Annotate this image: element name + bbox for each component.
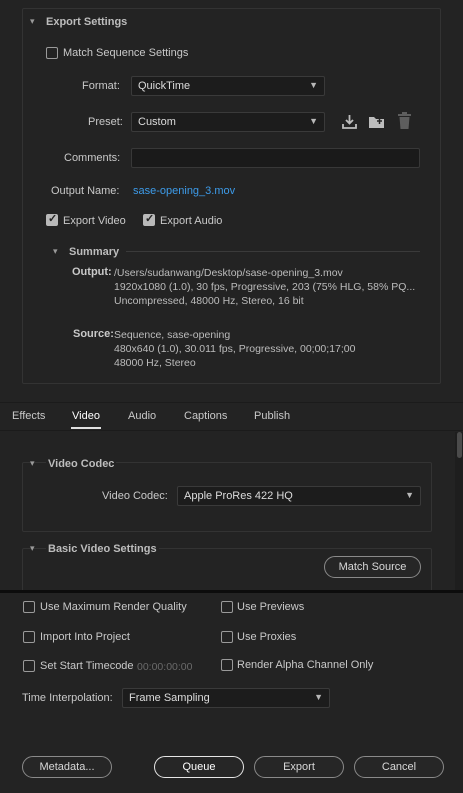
render-alpha-checkbox[interactable] [221,659,233,671]
chevron-down-icon[interactable]: ▾ [30,458,35,469]
tab-publish[interactable]: Publish [254,410,290,422]
summary-output-text: /Users/sudanwang/Desktop/sase-opening_3.… [114,266,424,308]
tab-video-underline [71,427,101,429]
output-name-label: Output Name: [51,185,120,197]
tab-video[interactable]: Video [72,410,100,422]
set-start-timecode-checkbox[interactable] [23,660,35,672]
tab-bar-divider-top [0,402,463,403]
import-into-project-checkbox[interactable] [23,631,35,643]
scrollbar-thumb[interactable] [457,432,462,458]
summary-source-text: Sequence, sase-opening 480x640 (1.0), 30… [114,328,424,370]
summary-divider [126,251,420,252]
use-proxies-label: Use Proxies [237,631,297,643]
export-settings-title: Export Settings [46,16,128,28]
render-alpha-label: Render Alpha Channel Only [237,659,374,671]
summary-output-line: 1920x1080 (1.0), 30 fps, Progressive, 20… [114,281,416,293]
max-render-quality-label: Use Maximum Render Quality [40,601,187,613]
export-button[interactable]: Export [254,756,344,778]
summary-source-line: Sequence, sase-opening [114,329,231,341]
use-previews-checkbox[interactable] [221,601,233,613]
start-timecode-value: 00:00:00:00 [137,661,193,673]
set-start-timecode-label: Set Start Timecode [40,660,134,672]
basic-video-title: Basic Video Settings [46,543,159,555]
summary-title: Summary [69,246,120,258]
tab-audio[interactable]: Audio [128,410,156,422]
summary-source-line: 480x640 (1.0), 30.011 fps, Progressive, … [114,343,356,355]
format-label: Format: [82,80,120,92]
chevron-down-icon: ▼ [405,490,414,500]
queue-button[interactable]: Queue [154,756,244,778]
time-interpolation-value: Frame Sampling [129,692,210,704]
delete-preset-icon[interactable] [397,112,412,130]
output-name-link[interactable]: sase-opening_3.mov [133,185,235,197]
video-codec-label: Video Codec: [102,490,168,502]
use-proxies-checkbox[interactable] [221,631,233,643]
cancel-button[interactable]: Cancel [354,756,444,778]
chevron-down-icon: ▼ [314,692,323,702]
summary-output-line: Uncompressed, 48000 Hz, Stereo, 16 bit [114,295,304,307]
video-codec-value: Apple ProRes 422 HQ [184,490,293,502]
match-sequence-checkbox[interactable] [46,47,58,59]
time-interpolation-label: Time Interpolation: [22,692,113,704]
save-preset-icon[interactable] [368,113,386,130]
bottom-section-divider [0,590,463,593]
format-select[interactable]: QuickTime ▼ [131,76,325,96]
match-source-button[interactable]: Match Source [324,556,421,578]
time-interpolation-select[interactable]: Frame Sampling ▼ [122,688,330,708]
comments-label: Comments: [64,152,121,164]
preset-select[interactable]: Custom ▼ [131,112,325,132]
chevron-down-icon[interactable]: ▾ [53,246,58,257]
export-audio-checkbox[interactable] [143,212,155,226]
export-audio-label: Export Audio [160,215,223,227]
chevron-down-icon: ▼ [309,80,318,90]
format-value: QuickTime [138,80,191,92]
export-video-label: Export Video [63,215,126,227]
metadata-button[interactable]: Metadata... [22,756,112,778]
import-into-project-label: Import Into Project [40,631,130,643]
preset-value: Custom [138,116,176,128]
chevron-down-icon[interactable]: ▾ [30,543,35,554]
chevron-down-icon: ▼ [309,116,318,126]
chevron-down-icon[interactable]: ▾ [30,16,35,27]
export-video-checkbox[interactable] [46,212,58,226]
tab-effects[interactable]: Effects [12,410,45,422]
summary-source-label: Source: [73,328,114,340]
tab-captions[interactable]: Captions [184,410,227,422]
summary-output-label: Output: [72,266,112,278]
use-previews-label: Use Previews [237,601,305,613]
comments-input[interactable] [131,148,420,168]
max-render-quality-checkbox[interactable] [23,601,35,613]
preset-label: Preset: [88,116,123,128]
video-codec-select[interactable]: Apple ProRes 422 HQ ▼ [177,486,421,506]
video-codec-title: Video Codec [46,458,117,470]
match-sequence-label: Match Sequence Settings [63,47,189,59]
summary-source-line: 48000 Hz, Stereo [114,357,196,369]
tab-bar-divider-bottom [0,430,463,431]
summary-output-line: /Users/sudanwang/Desktop/sase-opening_3.… [114,267,343,279]
import-preset-icon[interactable] [341,113,358,130]
